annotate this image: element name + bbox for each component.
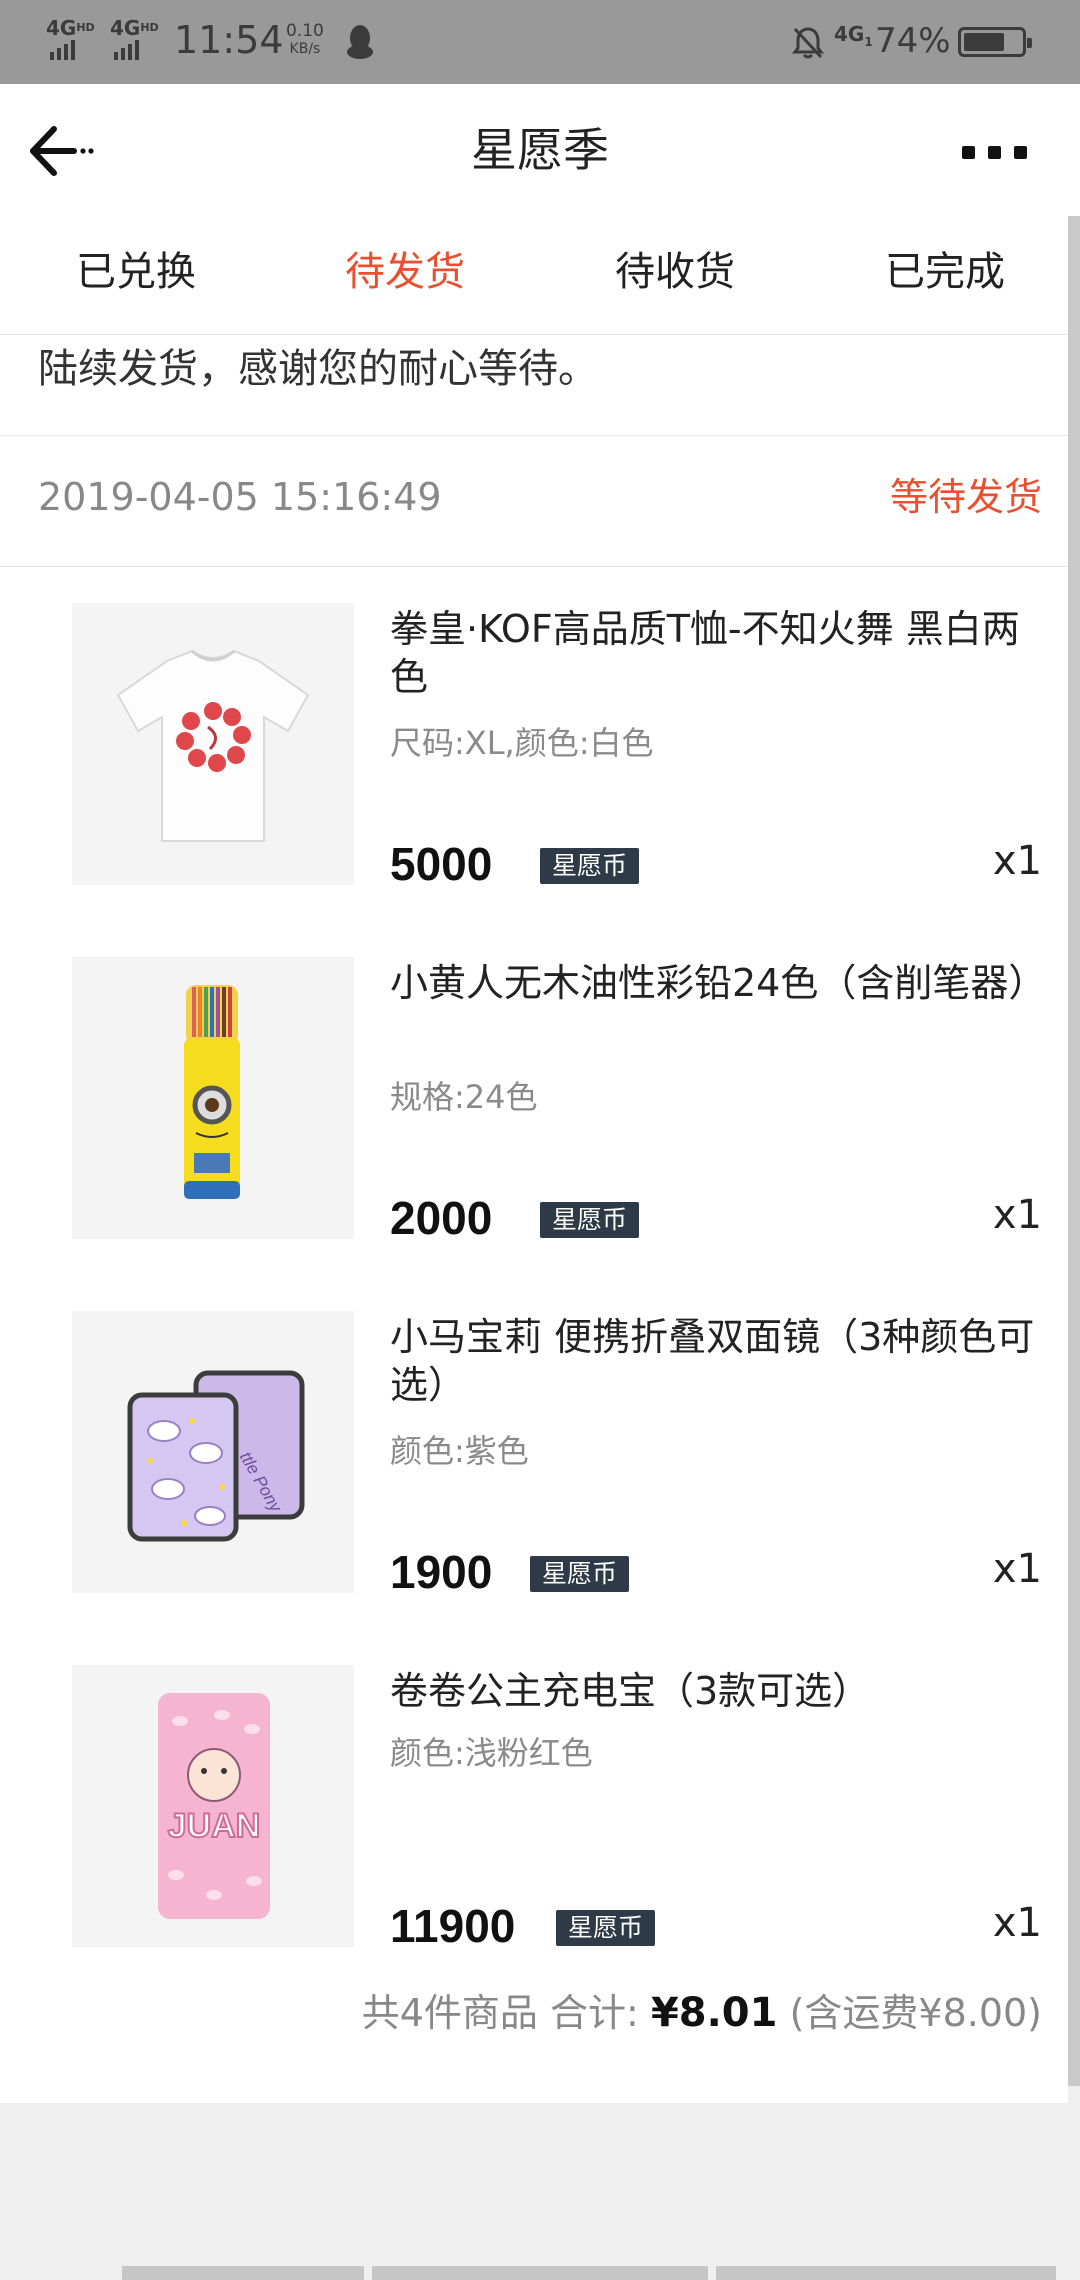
product-price: 11900 <box>390 1900 516 1952</box>
product-spec: 尺码:XL,颜色:白色 <box>390 724 654 762</box>
product-name: 卷卷公主充电宝（3款可选） <box>390 1669 871 1713</box>
page-title: 星愿季 <box>471 123 609 177</box>
item-count: 共4件商品 <box>361 1991 538 2035</box>
product-price: 2000 <box>390 1192 493 1244</box>
currency-badge: 星愿币 <box>530 1556 630 1592</box>
tab-pending-shipment[interactable]: 待发货 <box>345 244 465 300</box>
white-tshirt-image <box>72 603 354 885</box>
bottom-tab-stub <box>122 2266 364 2280</box>
currency-badge: 星愿币 <box>556 1910 656 1946</box>
product-name: 小马宝莉 便携折叠双面镜（3种颜色可选） <box>390 1315 1035 1407</box>
network-speed: 0.10 KB/s <box>286 21 324 57</box>
network-3-label: 4G1 <box>834 22 873 49</box>
product-item[interactable]: JUAN 卷卷公主充电宝（3款可选） 颜色:浅粉红色 11900 星愿币 x1 <box>0 1665 1068 2005</box>
signal-1-label: 4GHD <box>46 16 95 40</box>
order-summary: 共4件商品 合计: ¥8.01 (含运费¥8.00) <box>362 1987 1042 2039</box>
product-price: 1900 <box>390 1546 493 1598</box>
product-quantity: x1 <box>992 1192 1042 1238</box>
scrollbar[interactable] <box>1068 216 1080 2086</box>
product-name: 拳皇·KOF高品质T恤-不知火舞 黑白两色 <box>390 607 1020 699</box>
currency-badge: 星愿币 <box>540 1202 640 1238</box>
battery-icon <box>958 27 1032 57</box>
header: 星愿季 <box>0 84 1080 216</box>
product-quantity: x1 <box>992 1900 1042 1946</box>
tab-exchanged[interactable]: 已兑换 <box>76 244 196 300</box>
signal-2-label: 4GHD <box>110 16 159 40</box>
order-datetime: 2019-04-05 15:16:49 <box>38 475 442 519</box>
currency-badge: 星愿币 <box>540 848 640 884</box>
bell-off-icon <box>792 27 824 59</box>
clock: 11:54 <box>174 18 284 62</box>
product-item[interactable]: ttle Pony 小马宝莉 便携折叠双面镜（3种颜色可选） 颜色:紫色 190… <box>0 1311 1068 1651</box>
shipping-fee: (含运费¥8.00) <box>789 1991 1042 2035</box>
more-dots-icon[interactable] <box>962 144 1028 162</box>
svg-text:JUAN: JUAN <box>168 1807 261 1845</box>
product-quantity: x1 <box>992 1546 1042 1592</box>
product-spec: 颜色:紫色 <box>390 1432 529 1470</box>
total-label: 合计: <box>550 1991 639 2035</box>
product-price: 5000 <box>390 838 493 890</box>
bottom-tab-stub <box>372 2266 708 2280</box>
tab-completed[interactable]: 已完成 <box>885 244 1005 300</box>
minion-pencil-tube-image <box>72 957 354 1239</box>
divider <box>0 566 1068 567</box>
tab-pending-receipt[interactable]: 待收货 <box>615 244 735 300</box>
product-quantity: x1 <box>992 838 1042 884</box>
battery-percent: 74% <box>875 21 951 61</box>
order-card: 陆续发货，感谢您的耐心等待。 2019-04-05 15:16:49 等待发货 … <box>0 335 1068 2103</box>
product-spec: 规格:24色 <box>390 1078 538 1116</box>
qq-penguin-icon <box>347 25 373 59</box>
divider <box>0 435 1068 436</box>
product-item[interactable]: 小黄人无木油性彩铅24色（含削笔器） 规格:24色 2000 星愿币 x1 <box>0 957 1068 1297</box>
pink-powerbank-image: JUAN <box>72 1665 354 1947</box>
product-name: 小黄人无木油性彩铅24色（含削笔器） <box>390 961 1047 1005</box>
order-status-tabs: 已兑换 待发货 待收货 已完成 <box>0 216 1080 335</box>
product-spec: 颜色:浅粉红色 <box>390 1734 593 1772</box>
status-bar: 4GHD 4GHD 11:54 0.10 KB/s 4G1 74% <box>0 0 1080 84</box>
total-value: ¥8.01 <box>650 1990 778 2036</box>
product-item[interactable]: 拳皇·KOF高品质T恤-不知火舞 黑白两色 尺码:XL,颜色:白色 5000 星… <box>0 603 1068 943</box>
pony-mirror-image: ttle Pony <box>72 1311 354 1593</box>
shipping-notice: 陆续发货，感谢您的耐心等待。 <box>38 346 598 392</box>
bottom-tab-stub <box>716 2266 1056 2280</box>
order-status: 等待发货 <box>889 475 1042 519</box>
